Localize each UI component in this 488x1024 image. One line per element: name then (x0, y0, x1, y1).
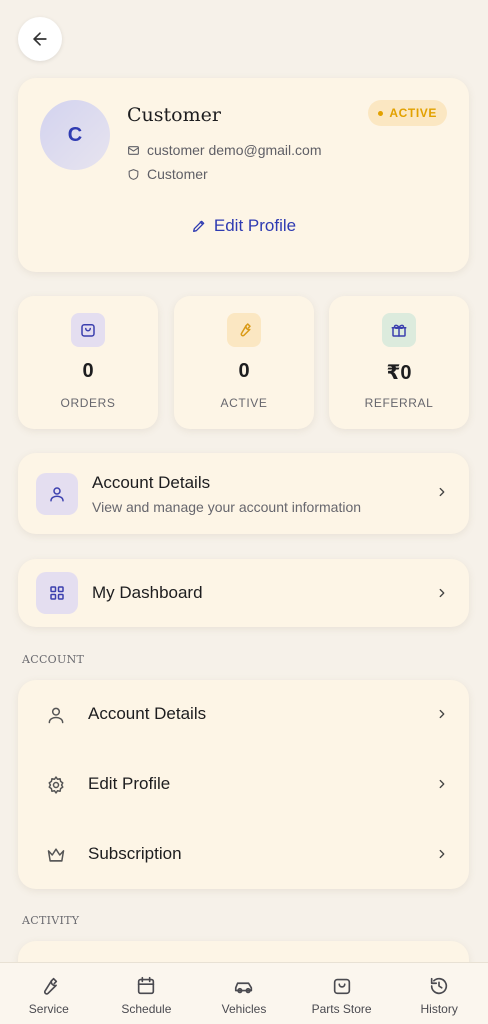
account-details-title: Account Details (92, 473, 211, 492)
stat-label: REFERRAL (364, 396, 434, 410)
profile-email-row: customer demo@gmail.com (127, 142, 322, 158)
section-label-activity: ACTIVITY (22, 914, 80, 927)
account-details-card[interactable]: Account Details View and manage your acc… (18, 453, 469, 534)
chevron-right-icon (435, 707, 449, 721)
tab-label: History (420, 1002, 458, 1016)
my-dashboard-title: My Dashboard (92, 583, 203, 602)
list-item-label: Edit Profile (88, 774, 171, 793)
chevron-right-icon (435, 777, 449, 791)
grid-icon (50, 586, 64, 600)
stat-icon-box (382, 313, 416, 347)
avatar: C (40, 100, 110, 170)
pencil-icon (192, 220, 205, 232)
profile-role: Customer (147, 166, 208, 182)
shield-icon (128, 168, 139, 180)
stat-card-referral[interactable]: ₹0 REFERRAL (329, 296, 469, 429)
shopping-bag-icon (333, 978, 350, 995)
bottom-nav: Service Schedule Vehicles Parts Store Hi… (0, 962, 488, 1024)
history-icon (431, 977, 448, 995)
nav-icon-box (36, 572, 78, 614)
stat-card-active[interactable]: 0 ACTIVE (174, 296, 314, 429)
list-item-edit-profile[interactable]: Edit Profile (18, 750, 469, 820)
chevron-right-icon (435, 847, 449, 861)
profile-name: Customer (127, 104, 221, 126)
stat-icon-box (227, 313, 261, 347)
tab-label: Schedule (121, 1002, 172, 1016)
list-item-label: Subscription (88, 844, 182, 863)
stat-value: 0 (82, 360, 94, 382)
status-badge: ACTIVE (368, 100, 447, 126)
tab-label: Service (28, 1002, 69, 1016)
stat-card-orders[interactable]: 0 ORDERS (18, 296, 158, 429)
mail-icon (128, 145, 139, 155)
tab-label: Vehicles (221, 1002, 267, 1016)
stat-value: 0 (238, 360, 250, 382)
gift-icon (391, 324, 407, 337)
tab-service[interactable]: Service (0, 963, 98, 1024)
chevron-right-icon (435, 485, 449, 499)
back-button[interactable] (18, 17, 62, 61)
gear-icon (48, 776, 64, 794)
profile-role-row: Customer (127, 166, 208, 182)
car-icon (234, 982, 253, 994)
user-icon (50, 487, 64, 502)
tab-history[interactable]: History (390, 963, 488, 1024)
edit-profile-button[interactable]: Edit Profile (18, 216, 469, 236)
shopping-bag-icon (81, 324, 95, 337)
status-dot (378, 110, 384, 116)
avatar-initial: C (67, 123, 83, 146)
wrench-icon (240, 323, 251, 337)
arrow-left-icon (33, 32, 47, 46)
tab-parts-store[interactable]: Parts Store (293, 963, 391, 1024)
stat-label: ORDERS (60, 396, 116, 410)
stat-icon-box (71, 313, 105, 347)
status-badge-label: ACTIVE (389, 106, 437, 120)
profile-email: customer demo@gmail.com (147, 142, 322, 158)
list-item-subscription[interactable]: Subscription (18, 820, 469, 890)
profile-card: C Customer ACTIVE customer demo@gmail.co… (18, 78, 469, 272)
my-dashboard-card[interactable]: My Dashboard (18, 559, 469, 627)
chevron-right-icon (435, 586, 449, 600)
edit-profile-label: Edit Profile (213, 216, 297, 235)
section-label-account: ACCOUNT (22, 653, 85, 666)
list-item-label: Account Details (88, 704, 207, 723)
wrench-icon (43, 977, 57, 995)
crown-icon (47, 848, 65, 862)
user-icon (48, 707, 64, 724)
tab-schedule[interactable]: Schedule (98, 963, 196, 1024)
profile-screen: C Customer ACTIVE customer demo@gmail.co… (0, 0, 488, 1024)
calendar-icon (138, 976, 155, 995)
tab-vehicles[interactable]: Vehicles (195, 963, 293, 1024)
nav-icon-box (36, 473, 78, 515)
stat-label: ACTIVE (220, 396, 268, 410)
account-list-card: Account Details Edit Profile Subscriptio… (18, 680, 469, 889)
list-item-account-details[interactable]: Account Details (18, 680, 469, 750)
account-details-subtitle: View and manage your account information (92, 499, 362, 515)
tab-label: Parts Store (311, 1002, 372, 1016)
stat-value: ₹0 (386, 362, 412, 384)
